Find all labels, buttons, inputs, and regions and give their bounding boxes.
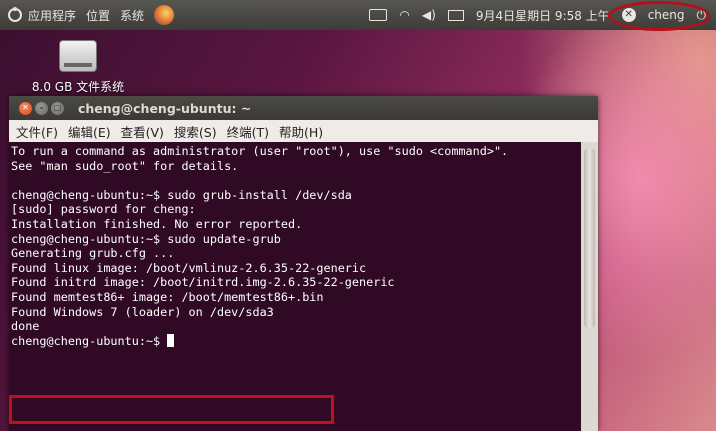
- windows-found-highlight-box: [9, 395, 334, 424]
- ubuntu-logo-icon[interactable]: [8, 7, 22, 22]
- terminal-line: Installation finished. No error reported…: [11, 216, 303, 231]
- window-title: cheng@cheng-ubuntu: ~: [78, 100, 252, 116]
- window-menubar: 文件(F) 编辑(E) 查看(V) 搜索(S) 终端(T) 帮助(H): [9, 120, 598, 143]
- menu-file[interactable]: 文件(F): [16, 122, 58, 141]
- close-icon[interactable]: ✕: [19, 101, 32, 115]
- terminal-line: [sudo] password for cheng:: [11, 202, 196, 217]
- clock[interactable]: 9月4日星期日 9:58 上午: [476, 7, 610, 24]
- terminal-line: Generating grub.cfg ...: [11, 246, 175, 261]
- wifi-icon[interactable]: ◠: [399, 8, 409, 22]
- hard-drive-icon: [59, 40, 97, 72]
- minimize-icon[interactable]: –: [35, 101, 48, 115]
- terminal-line: Found memtest86+ image: /boot/memtest86+…: [11, 289, 324, 304]
- scrollbar-thumb[interactable]: [584, 148, 595, 328]
- user-highlight-ellipse: [608, 1, 710, 31]
- drive-label: 8.0 GB 文件系统: [31, 80, 125, 94]
- menu-search[interactable]: 搜索(S): [174, 122, 217, 141]
- terminal-line: cheng@cheng-ubuntu:~$ sudo grub-install …: [11, 187, 352, 202]
- keyboard-icon[interactable]: [369, 9, 388, 21]
- terminal-output[interactable]: To run a command as administrator (user …: [9, 142, 581, 431]
- terminal-prompt: cheng@cheng-ubuntu:~$: [11, 333, 168, 348]
- terminal-line: Found Windows 7 (loader) on /dev/sda3: [11, 304, 274, 319]
- menu-view[interactable]: 查看(V): [121, 122, 164, 141]
- menu-system[interactable]: 系统: [120, 7, 144, 24]
- desktop-drive[interactable]: 8.0 GB 文件系统: [28, 40, 128, 95]
- menu-applications[interactable]: 应用程序: [28, 7, 76, 24]
- firefox-icon[interactable]: [154, 5, 175, 25]
- terminal-line: cheng@cheng-ubuntu:~$ sudo update-grub: [11, 231, 281, 246]
- menu-terminal[interactable]: 终端(T): [227, 122, 269, 141]
- terminal-line: Found initrd image: /boot/initrd.img-2.6…: [11, 275, 395, 290]
- terminal-window: ✕ – □ cheng@cheng-ubuntu: ~ 文件(F) 编辑(E) …: [9, 96, 598, 431]
- window-titlebar[interactable]: ✕ – □ cheng@cheng-ubuntu: ~: [9, 96, 598, 120]
- terminal-line: To run a command as administrator (user …: [11, 144, 509, 158]
- terminal-line: See "man sudo_root" for details.: [11, 158, 239, 173]
- volume-icon[interactable]: ◀): [422, 8, 436, 22]
- mail-icon[interactable]: [447, 9, 464, 21]
- menu-help[interactable]: 帮助(H): [279, 122, 323, 141]
- terminal-line: Found linux image: /boot/vmlinuz-2.6.35-…: [11, 260, 367, 275]
- terminal-prompt-line: cheng@cheng-ubuntu:~$: [11, 333, 581, 349]
- panel-menu: 应用程序 位置 系统: [8, 5, 175, 25]
- maximize-icon[interactable]: □: [51, 101, 64, 115]
- terminal-line: done: [11, 319, 40, 334]
- terminal-cursor: [167, 333, 175, 347]
- menu-edit[interactable]: 编辑(E): [68, 122, 111, 141]
- menu-places[interactable]: 位置: [86, 7, 110, 24]
- terminal-scrollbar[interactable]: [581, 142, 598, 431]
